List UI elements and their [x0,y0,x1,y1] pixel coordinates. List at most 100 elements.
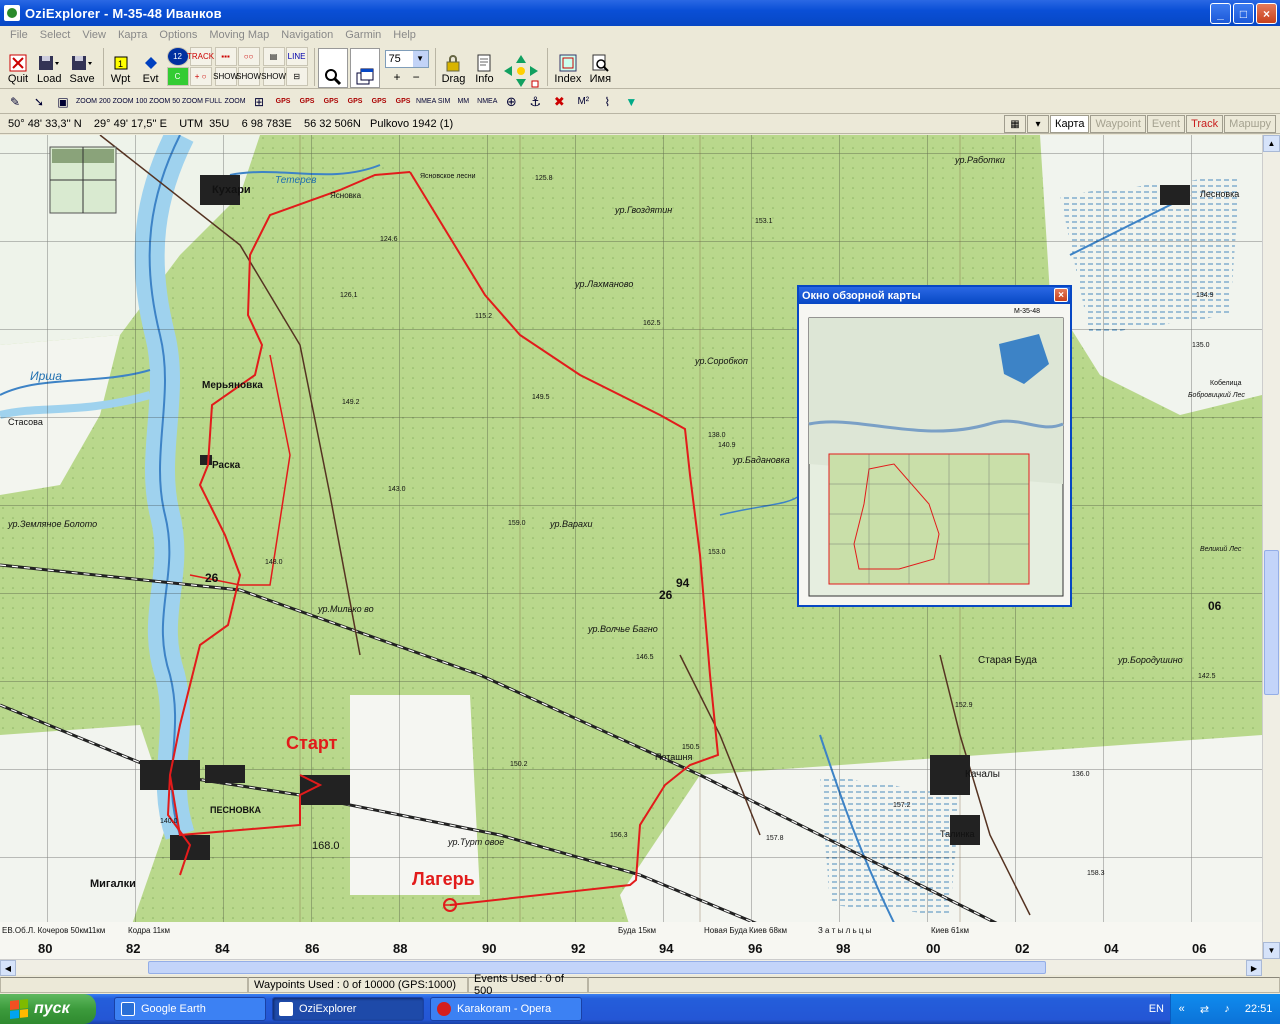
map-thumb-icon[interactable]: ▦ [1004,115,1027,133]
track-line-icon[interactable]: ▪▪▪ [214,47,237,66]
gps-download-track[interactable]: GPS [392,92,414,112]
close-button[interactable]: × [1256,3,1277,24]
menu-garmin[interactable]: Garmin [339,29,387,41]
zoom-50-button[interactable]: ZOOM 50 [149,92,180,112]
moving-map-button[interactable]: MM [452,92,474,112]
menu-map[interactable]: Карта [112,29,153,41]
zoom-full-button[interactable]: ZOOM FULL [182,92,222,112]
index-button[interactable]: Index [551,48,584,88]
scroll-right-icon[interactable]: ▶ [1246,960,1262,976]
anchor-icon[interactable]: ⚓ [524,92,546,112]
layers-icon[interactable]: ▤ [262,47,285,66]
line-button[interactable]: LINE [285,47,308,66]
village-kachaly: Качалы [965,769,1000,780]
zoom-out-button[interactable]: − [413,70,420,84]
gps-download-waypoints[interactable]: GPS [296,92,318,112]
zoom-100-button[interactable]: ZOOM 100 [113,92,148,112]
task-opera[interactable]: Karakoram - Opera [430,997,582,1021]
pan-button[interactable] [500,48,542,88]
topographic-map[interactable]: Старт Лагерь Кухари Тетерев Ясновка Ясно… [0,135,1262,959]
svg-text:04: 04 [1104,941,1119,956]
tab-route[interactable]: Маршру [1224,115,1276,133]
scroll-up-icon[interactable]: ▲ [1263,135,1280,152]
show-tools: ▪▪▪ ○○ SHOW SHOW [213,47,261,86]
zoom-fit-button[interactable]: ZOOM [224,92,246,112]
map-window-icon[interactable]: ▣ [52,92,74,112]
add-point-icon[interactable]: + ○ [189,67,212,86]
track-dots-icon[interactable]: ○○ [237,47,260,66]
overview-title-bar[interactable]: Окно обзорной карты × [799,287,1070,304]
vertical-scrollbar[interactable]: ▲ ▼ [1262,135,1280,959]
overview-toggle-button[interactable] [349,48,380,88]
menu-view[interactable]: View [76,29,112,41]
load-button[interactable]: Load [34,48,64,88]
menu-file[interactable]: File [4,29,34,41]
green-flag-icon[interactable]: C [166,67,189,86]
map-thumbnail[interactable] [49,146,117,214]
maximize-button[interactable]: □ [1233,3,1254,24]
village-talinka: Талинка [940,829,975,839]
save-down-icon[interactable]: ▾ [1027,115,1050,133]
save-button[interactable]: Save [66,48,97,88]
find-button[interactable] [317,48,348,88]
zoom-in-button[interactable]: + [394,70,401,84]
show-route-button[interactable]: SHOW [261,67,286,86]
minimize-button[interactable]: _ [1210,3,1231,24]
show-points-button[interactable]: SHOW [236,67,261,86]
track-button[interactable]: TRACK [187,47,214,66]
scroll-down-icon[interactable]: ▼ [1263,942,1280,959]
pencil-icon[interactable]: ✎ [4,92,26,112]
gps-upload-routes[interactable]: GPS [320,92,342,112]
scroll-left-icon[interactable]: ◀ [0,960,16,976]
zoom-select[interactable]: 75 ▼ [384,49,429,68]
vertical-scroll-thumb[interactable] [1264,550,1279,695]
menu-options[interactable]: Options [153,29,203,41]
language-indicator[interactable]: EN [1149,1003,1164,1015]
chart-icon[interactable]: ⊟ [285,67,308,86]
tray-expand-icon[interactable]: « [1179,1003,1185,1015]
tab-waypoint[interactable]: Waypoint [1090,115,1146,133]
m2-area-icon[interactable]: M² [572,92,594,112]
menu-help[interactable]: Help [387,29,422,41]
route-number-icon[interactable]: 12 [166,47,189,66]
menu-moving-map[interactable]: Moving Map [203,29,275,41]
horizontal-scrollbar[interactable]: ◀ ▶ [0,959,1262,976]
nmea-button[interactable]: NMEA [476,92,498,112]
map-canvas[interactable]: Старт Лагерь Кухари Тетерев Ясновка Ясно… [0,135,1262,959]
svg-text:88: 88 [393,941,407,956]
start-button[interactable]: пуск [0,994,96,1024]
overview-map-image[interactable]: М-35-48 [799,304,1070,605]
satellite-icon[interactable]: ⊞ [248,92,270,112]
profile-chart-icon[interactable]: ⌇ [596,92,618,112]
svg-text:82: 82 [126,941,140,956]
tab-track[interactable]: Track [1186,115,1224,133]
volume-icon[interactable]: ♪ [1224,1003,1230,1015]
stop-icon[interactable]: ✖ [548,92,570,112]
task-google-earth[interactable]: Google Earth [114,997,266,1021]
nmea-sim-button[interactable]: NMEA SIM [416,92,450,112]
info-button[interactable]: Info [470,48,498,88]
event-button[interactable]: Evt [137,48,165,88]
drag-button[interactable]: Drag [439,48,469,88]
menu-select[interactable]: Select [34,29,77,41]
overview-close-button[interactable]: × [1054,288,1068,302]
gps-upload-track[interactable]: GPS [368,92,390,112]
waypoint-button[interactable]: 1 Wpt [107,48,135,88]
select-arrow-icon[interactable]: ➘ [28,92,50,112]
task-oziexplorer[interactable]: OziExplorer [272,997,424,1021]
tab-map[interactable]: Карта [1050,115,1090,133]
funnel-icon[interactable]: ▼ [620,92,642,112]
gps-download-routes[interactable]: GPS [344,92,366,112]
crosshair-icon[interactable]: ⊕ [500,92,522,112]
menu-navigation[interactable]: Navigation [275,29,339,41]
gps-upload-waypoints[interactable]: GPS [272,92,294,112]
horizontal-scroll-thumb[interactable] [148,961,1046,974]
name-search-button[interactable]: Имя [586,48,614,88]
chevron-down-icon[interactable]: ▼ [412,50,428,67]
tab-event[interactable]: Event [1146,115,1186,133]
show-track-button[interactable]: SHOW [213,67,238,86]
overview-map-window[interactable]: Окно обзорной карты × М-35-48 [797,285,1072,607]
network-icon[interactable]: ⇄ [1200,1003,1209,1016]
quit-button[interactable]: Quit [4,48,32,88]
zoom-200-button[interactable]: ZOOM 200 [76,92,111,112]
